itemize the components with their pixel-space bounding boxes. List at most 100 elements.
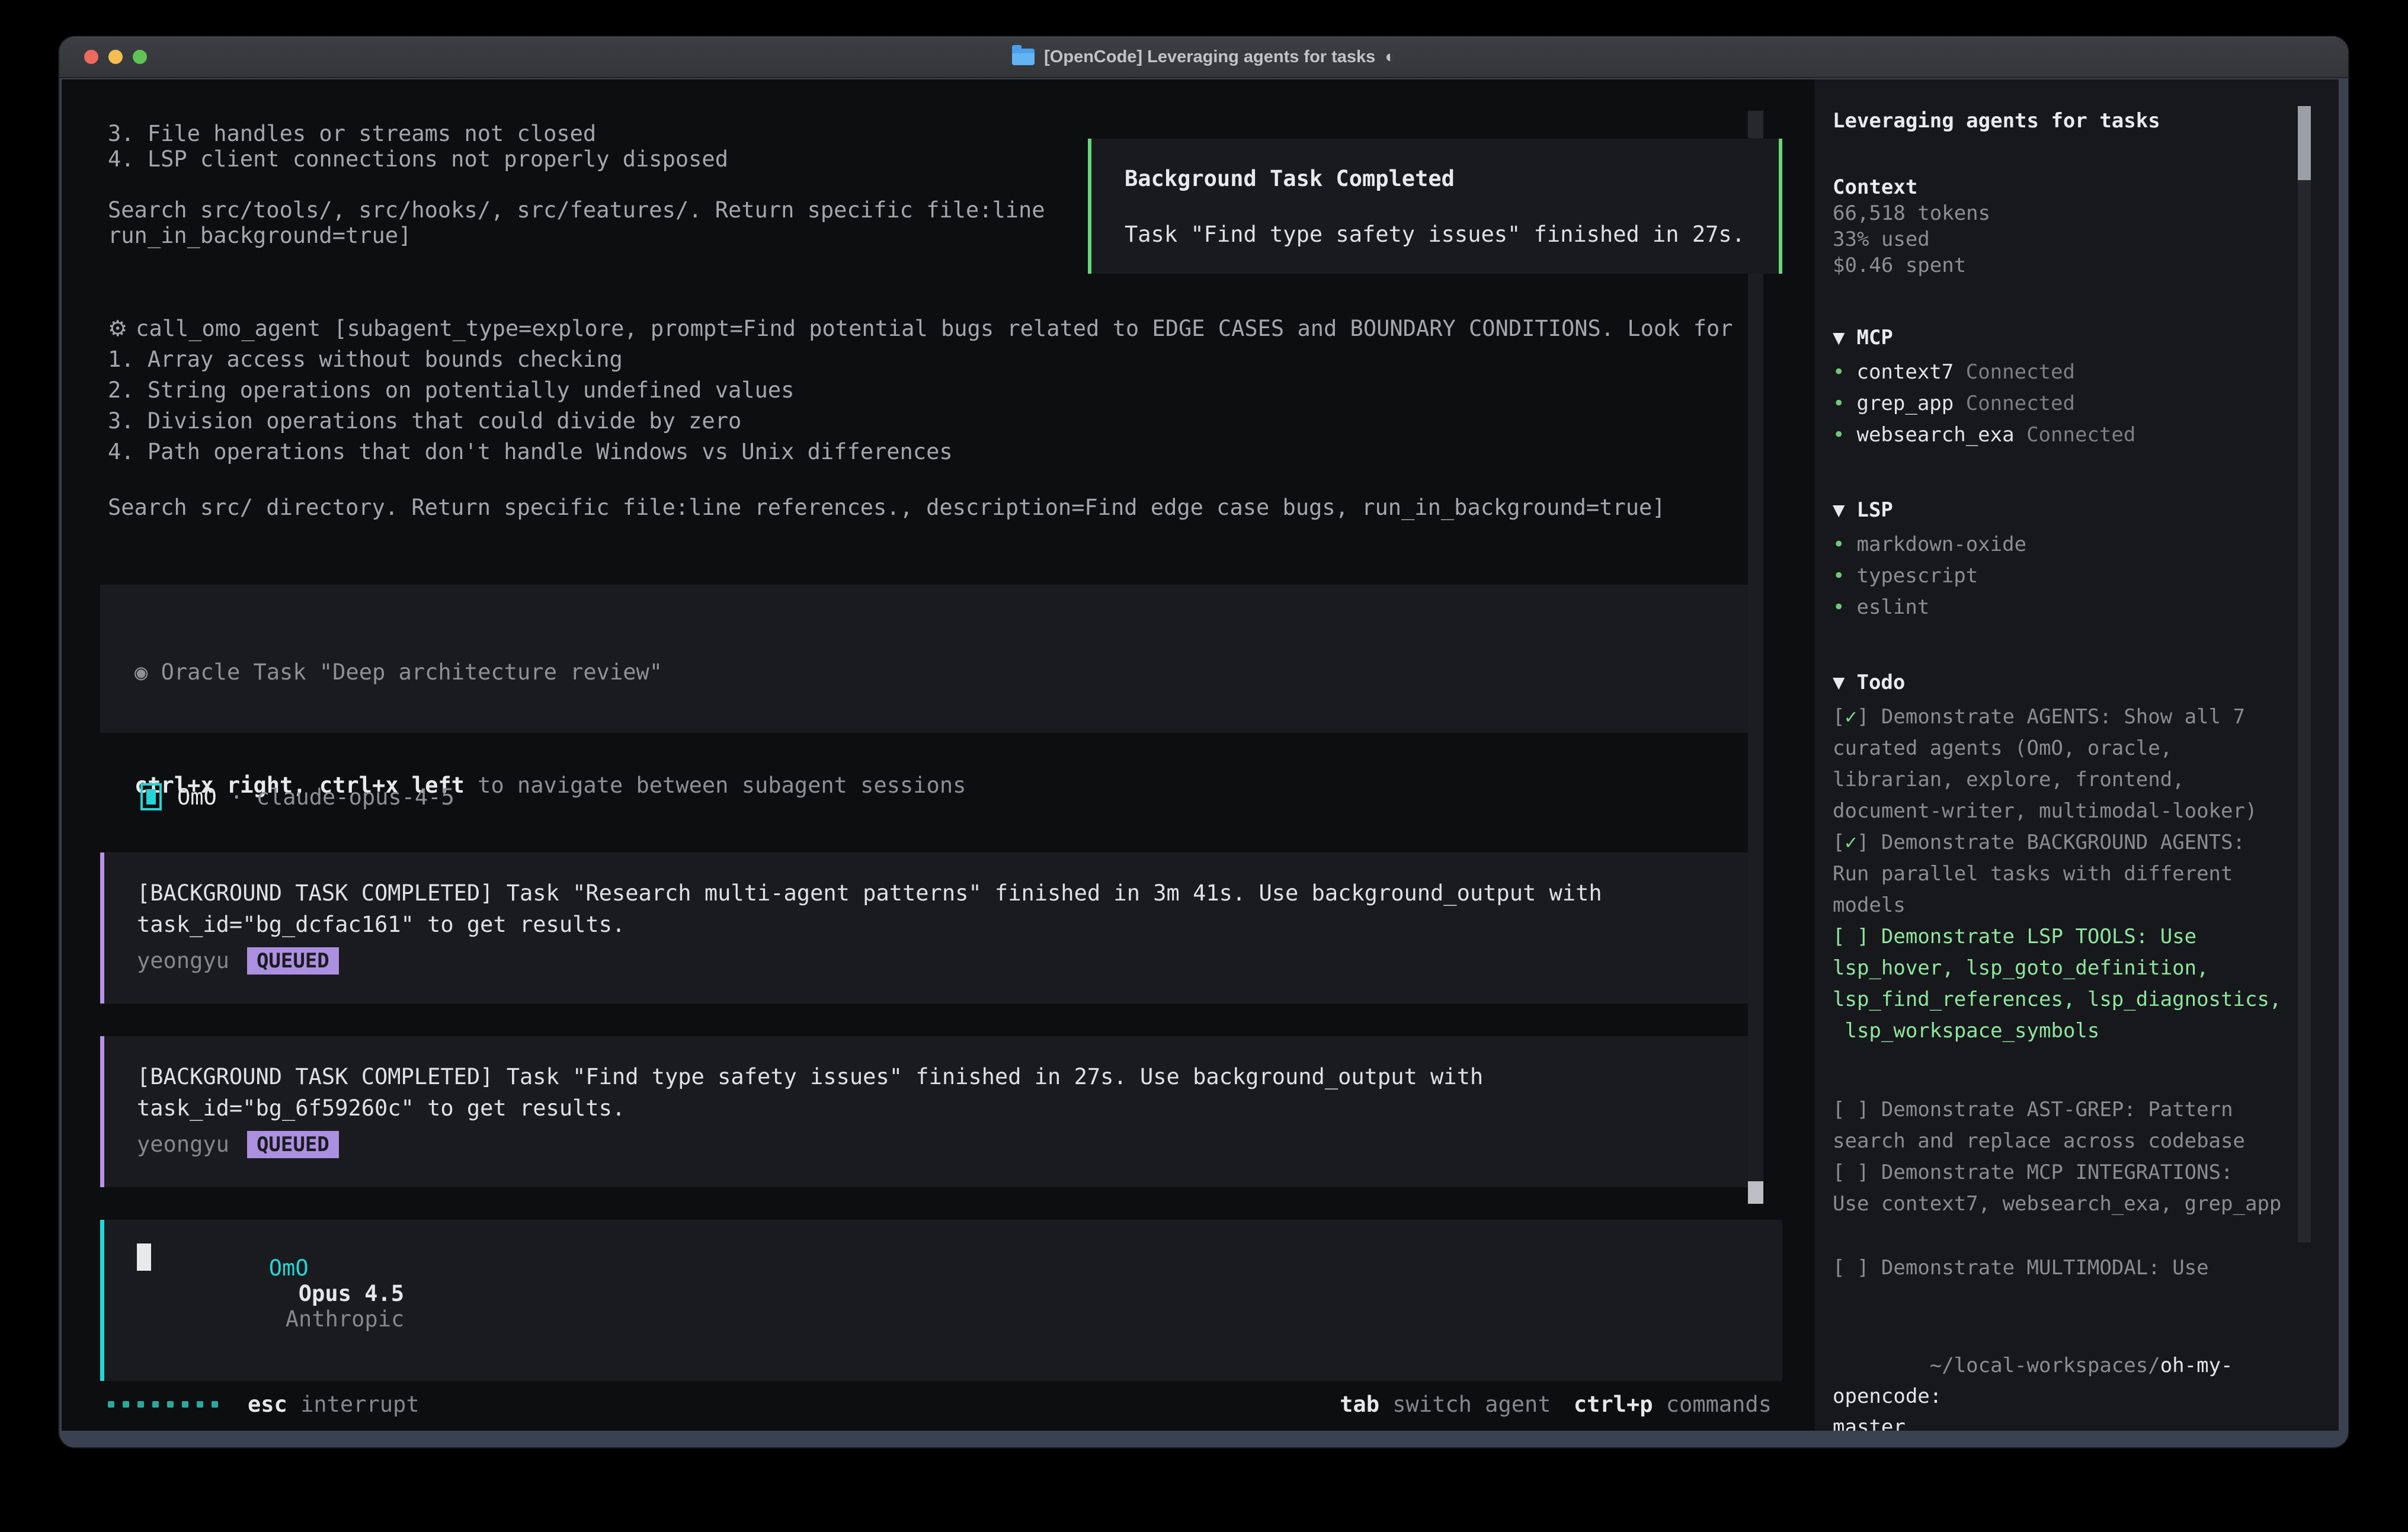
terminal-line: Search src/tools/, src/hooks/, src/featu… [108,197,1045,223]
window-title: [OpenCode] Leveraging agents for tasks ◐ [1012,47,1395,67]
context-heading: Context [1833,174,2297,200]
fisheye-icon: ◉ [135,659,148,685]
todo-item[interactable]: [ ] Demonstrate MULTIMODAL: Use [1833,1252,2289,1284]
todo-item[interactable]: [✓] Demonstrate BACKGROUND AGENTS: Run p… [1833,827,2289,921]
mcp-section-header[interactable]: ▼MCP [1833,325,2297,351]
terminal-line: 4. Path operations that don't handle Win… [108,437,1733,467]
close-window-button[interactable] [84,50,98,64]
window-title-text: [OpenCode] Leveraging agents for tasks [1044,47,1375,67]
main-scrollbar-thumb[interactable] [1748,1181,1763,1204]
terminal-line: 2. String operations on potentially unde… [108,375,1733,406]
status-badge: QUEUED [247,947,339,975]
todo-item-current[interactable]: [ ] Demonstrate LSP TOOLS: Use lsp_hover… [1833,921,2289,1047]
lsp-item: •typescript [1833,560,2297,592]
message-author: yeongyu [137,1129,229,1160]
input-provider-label: Anthropic [286,1306,404,1332]
notification-title: Background Task Completed [1125,166,1779,192]
omo-agent-icon [140,783,162,810]
main-scrollbar-top-segment[interactable] [1748,111,1763,138]
context-spent: $0.46 spent [1833,252,2297,278]
agent-name: OmO [177,784,217,810]
toast-notification[interactable]: Background Task Completed Task "Find typ… [1088,139,1782,274]
app-window: [OpenCode] Leveraging agents for tasks ◐… [59,37,2348,1447]
background-task-message[interactable]: [BACKGROUND TASK COMPLETED] Task "Find t… [100,1036,1757,1187]
chevron-down-icon: ▼ [1833,671,1845,694]
input-model-label: Opus 4.5 [299,1281,404,1306]
lsp-item: •markdown-oxide [1833,529,2297,560]
window-content: 3. File handles or streams not closed 4.… [62,79,2339,1431]
terminal-main-pane: 3. File handles or streams not closed 4.… [62,79,1815,1431]
context-used: 33% used [1833,226,2297,252]
folder-icon [1012,49,1035,65]
empty-check-icon [1845,1098,1856,1121]
workspace-path: ~/local-workspaces/oh-my-opencode: maste… [1833,1319,2289,1431]
chevron-down-icon: ▼ [1833,498,1845,522]
todo-item[interactable]: [ ] Demonstrate MCP INTEGRATIONS: Use co… [1833,1157,2289,1220]
input-agent-label: OmO [269,1255,309,1281]
session-sidebar: Leveraging agents for tasks Context 66,5… [1815,79,2339,1431]
session-title: Leveraging agents for tasks [1833,108,2297,134]
terminal-line: 4. LSP client connections not properly d… [108,146,1045,172]
chevron-down-icon: ▼ [1833,326,1845,350]
session-indicator-icon: ◐ [1385,47,1395,67]
terminal-line: 1. Array access without bounds checking [108,344,1733,375]
empty-check-icon [1845,1256,1856,1280]
zoom-window-button[interactable] [133,50,147,64]
message-text-line: [BACKGROUND TASK COMPLETED] Task "Find t… [137,1061,1757,1092]
message-meta: yeongyu QUEUED [137,1129,1757,1160]
bullet-icon: • [1833,360,1845,384]
activity-dots [108,1401,218,1408]
status-bar: esc interrupt tab switch agent ctrl+p co… [108,1392,1772,1417]
lsp-list: •markdown-oxide •typescript •eslint [1833,529,2297,623]
agent-header: OmO · claude-opus-4-5 [140,783,454,810]
bullet-icon: • [1833,533,1845,556]
main-scrollbar-track[interactable] [1748,111,1763,1204]
bullet-icon: • [1833,423,1845,447]
terminal-line: 3. Division operations that could divide… [108,406,1733,437]
background-task-message[interactable]: [BACKGROUND TASK COMPLETED] Task "Resear… [100,852,1757,1004]
todo-section-header[interactable]: ▼Todo [1833,669,2297,696]
title-bar: [OpenCode] Leveraging agents for tasks ◐ [59,37,2348,78]
input-meta: OmO Opus 4.5 Anthropic [137,1230,404,1357]
lsp-section-header[interactable]: ▼LSP [1833,497,2297,523]
message-text-line: task_id="bg_6f59260c" to get results. [137,1092,1757,1124]
prompt-input[interactable]: OmO Opus 4.5 Anthropic [100,1220,1782,1381]
todo-item[interactable]: [ ] Demonstrate AST-GREP: Pattern search… [1833,1094,2289,1157]
terminal-line: Search src/ directory. Return specific f… [108,492,1733,523]
bullet-icon: • [1833,595,1845,619]
bullet-icon: • [1833,564,1845,588]
mcp-item: •websearch_exa Connected [1833,419,2297,451]
oracle-task-title: ◉ Oracle Task "Deep architecture review" [135,659,1759,685]
message-text-line: task_id="bg_dcfac161" to get results. [137,909,1757,940]
agent-model: claude-opus-4-5 [257,784,454,810]
tool-call-text: call_omo_agent [subagent_type=explore, p… [136,313,1733,344]
context-tokens: 66,518 tokens [1833,200,2297,226]
terminal-line: 3. File handles or streams not closed [108,121,1045,146]
check-icon: ✓ [1845,831,1856,854]
tab-hint: tab switch agent [1340,1392,1551,1417]
oracle-task-card[interactable]: ◉ Oracle Task "Deep architecture review"… [100,585,1759,733]
traffic-lights [84,50,147,64]
message-author: yeongyu [137,945,229,976]
lsp-item: •eslint [1833,592,2297,623]
sidebar-scrollbar-thumb[interactable] [2298,106,2311,180]
mcp-item: •grep_app Connected [1833,388,2297,419]
message-meta: yeongyu QUEUED [137,945,1757,976]
separator-dot: · [230,784,243,810]
todo-list: [✓] Demonstrate AGENTS: Show all 7 curat… [1833,701,2289,1284]
terminal-output-block-1: 3. File handles or streams not closed 4.… [108,121,1045,248]
empty-check-icon [1845,1161,1856,1184]
mcp-item: •context7 Connected [1833,357,2297,388]
status-bar-right: tab switch agent ctrl+p commands [1340,1392,1772,1417]
terminal-line: run_in_background=true] [108,223,1045,248]
todo-item[interactable]: [✓] Demonstrate AGENTS: Show all 7 curat… [1833,701,2289,827]
bullet-icon: • [1833,392,1845,415]
notification-body: Task "Find type safety issues" finished … [1125,222,1779,248]
minimize-window-button[interactable] [108,50,123,64]
sidebar-scrollbar-track[interactable] [2298,106,2311,1242]
check-icon: ✓ [1845,705,1856,729]
message-text-line: [BACKGROUND TASK COMPLETED] Task "Resear… [137,877,1757,909]
terminal-output-block-2: ⚙ call_omo_agent [subagent_type=explore,… [108,313,1733,523]
status-badge: QUEUED [247,1131,339,1158]
commands-hint: ctrl+p commands [1561,1392,1772,1417]
